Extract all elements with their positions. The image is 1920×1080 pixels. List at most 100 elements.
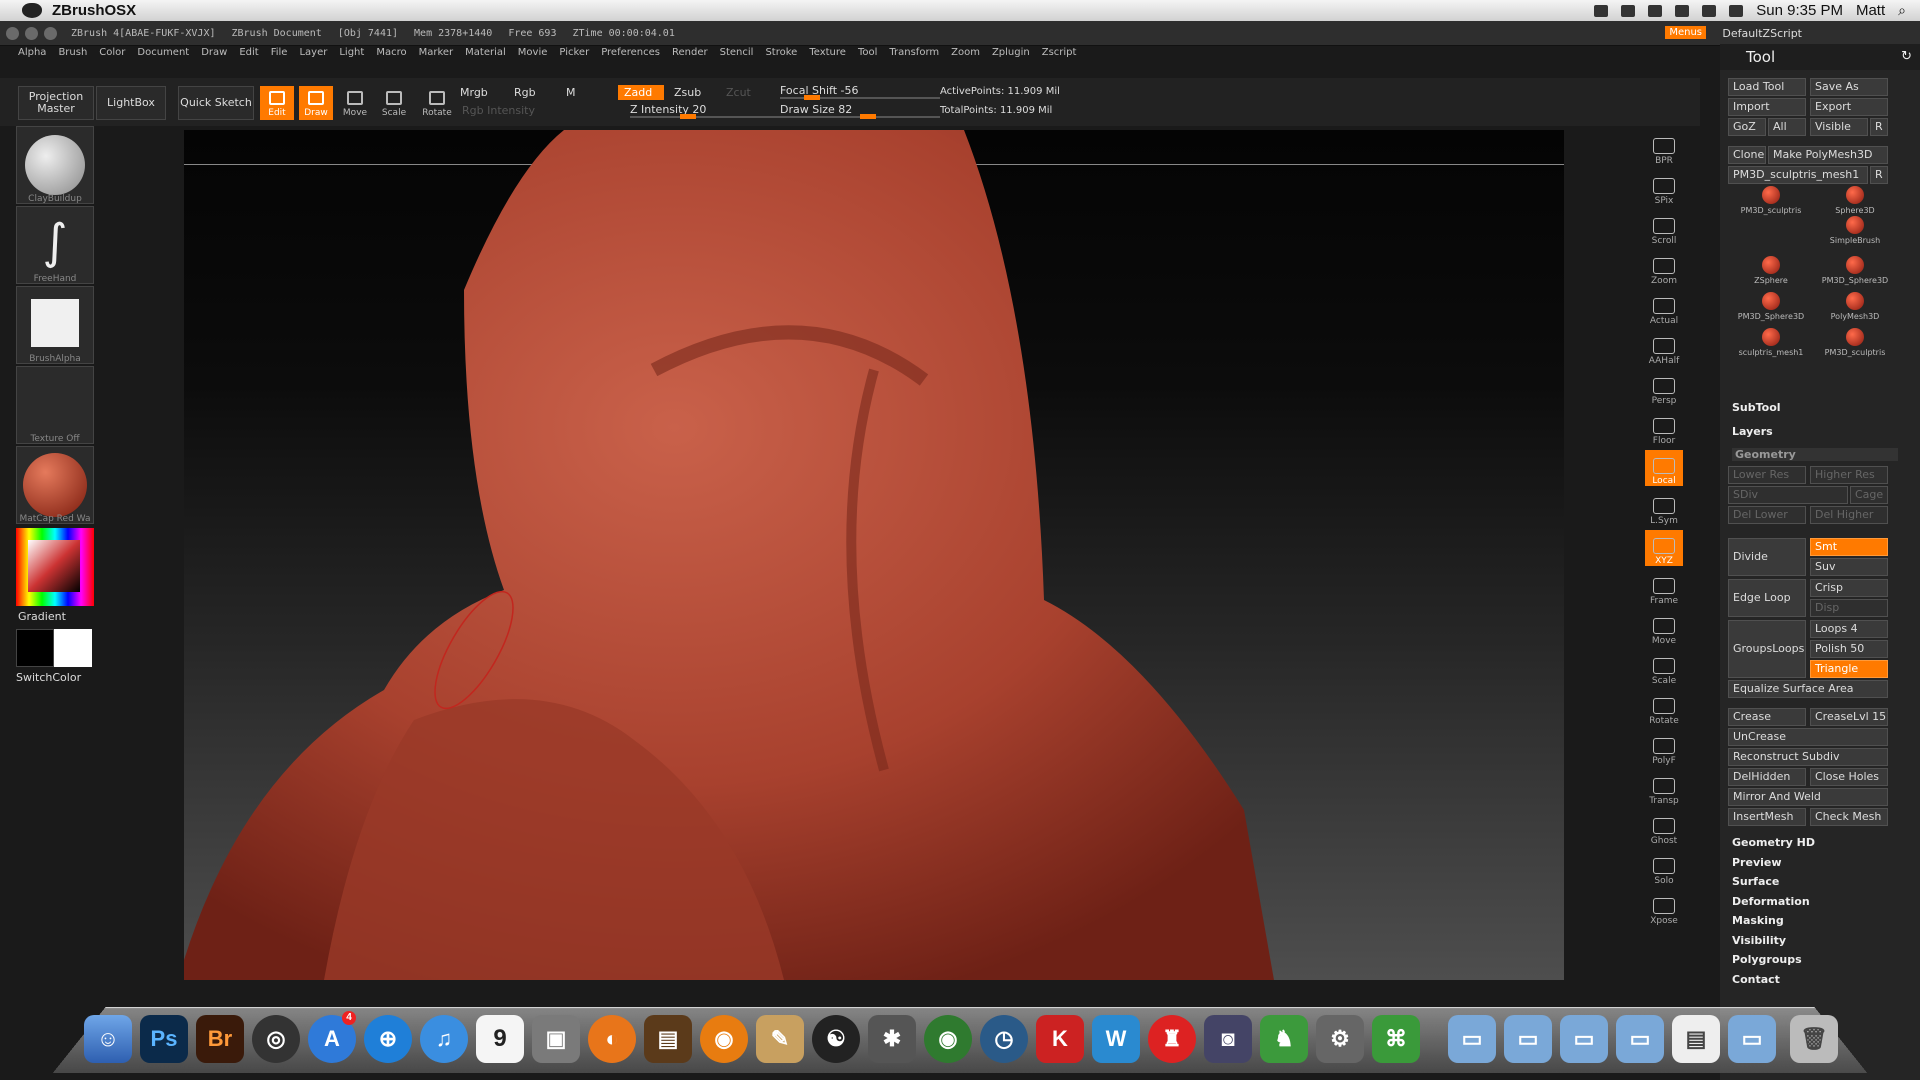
suv-toggle[interactable]: Suv	[1810, 558, 1888, 576]
firefox-icon[interactable]: ◐	[588, 1015, 636, 1063]
downloads-folder-icon[interactable]: ▭	[1560, 1015, 1608, 1063]
eye-app-icon[interactable]: ◉	[924, 1015, 972, 1063]
applications-folder-icon[interactable]: ▭	[1448, 1015, 1496, 1063]
app-name[interactable]: ZBrushOSX	[52, 2, 136, 19]
groups-loops-button[interactable]: GroupsLoops	[1728, 620, 1806, 678]
subpalette-polygroups[interactable]: Polygroups	[1732, 953, 1802, 966]
zsub-button[interactable]: Zsub	[674, 86, 701, 99]
edge-loop-button[interactable]: Edge Loop	[1728, 579, 1806, 617]
lower-res-button[interactable]: Lower Res	[1728, 466, 1806, 484]
menu-item[interactable]: File	[271, 47, 288, 62]
crease-level-slider[interactable]: CreaseLvl 15	[1810, 708, 1888, 726]
minimize-window-icon[interactable]	[25, 26, 38, 40]
subpalette-contact[interactable]: Contact	[1732, 973, 1780, 986]
primary-color-swatch[interactable]	[54, 629, 92, 667]
reconstruct-subdiv-button[interactable]: Reconstruct Subdiv	[1728, 748, 1888, 766]
mrgb-button[interactable]: Mrgb	[460, 86, 488, 99]
tool-thumbnail[interactable]: PM3D_sculptris	[1732, 184, 1810, 224]
menu-item[interactable]: Material	[465, 47, 506, 62]
word-app-icon[interactable]: W	[1092, 1015, 1140, 1063]
crisp-toggle[interactable]: Crisp	[1810, 579, 1888, 597]
menu-item[interactable]: Tool	[858, 47, 877, 62]
divide-button[interactable]: Divide	[1728, 538, 1806, 576]
menu-item[interactable]: Draw	[201, 47, 227, 62]
menu-item[interactable]: Transform	[889, 47, 939, 62]
stroke-picker[interactable]: ∫ FreeHand	[16, 206, 94, 284]
network-app-icon[interactable]: ⌘	[1372, 1015, 1420, 1063]
tool-thumbnail[interactable]: PM3D_Sphere3D	[1816, 254, 1894, 294]
folder-icon[interactable]: ▭	[1616, 1015, 1664, 1063]
clock[interactable]: Sun 9:35 PM	[1756, 2, 1843, 19]
menu-item[interactable]: Movie	[518, 47, 548, 62]
load-tool-button[interactable]: Load Tool	[1728, 78, 1806, 96]
documents-folder-icon[interactable]: ▭	[1504, 1015, 1552, 1063]
viewport-tool-aahalf[interactable]: AAHalf	[1645, 330, 1683, 366]
draw-size-slider[interactable]: Draw Size 82	[780, 103, 940, 119]
zadd-button[interactable]: Zadd	[618, 85, 664, 100]
subpalette-masking[interactable]: Masking	[1732, 914, 1784, 927]
r-button[interactable]: R	[1870, 118, 1888, 136]
camera-app-icon[interactable]: ◙	[1204, 1015, 1252, 1063]
tool-thumbnail[interactable]: ZSphere	[1732, 254, 1810, 294]
menu-item[interactable]: Marker	[419, 47, 454, 62]
all-button[interactable]: All	[1768, 118, 1806, 136]
viewport-tool-frame[interactable]: Frame	[1645, 570, 1683, 606]
rgb-button[interactable]: Rgb	[514, 86, 536, 99]
focal-shift-slider[interactable]: Focal Shift -56	[780, 84, 940, 100]
close-window-icon[interactable]	[6, 26, 19, 40]
zbrush-dock-icon[interactable]: ✱	[868, 1015, 916, 1063]
goz-button[interactable]: GoZ	[1728, 118, 1766, 136]
menu-item[interactable]: Texture	[809, 47, 846, 62]
pdf-document-icon[interactable]: ▤	[1672, 1015, 1720, 1063]
material-picker[interactable]: MatCap Red Wa	[16, 446, 94, 524]
switch-color-label[interactable]: SwitchColor	[16, 671, 96, 684]
del-lower-button[interactable]: Del Lower	[1728, 506, 1806, 524]
kapture-icon[interactable]: K	[1036, 1015, 1084, 1063]
viewport-tool-rotate[interactable]: Rotate	[1645, 690, 1683, 726]
runner-app-icon[interactable]: ♜	[1148, 1015, 1196, 1063]
viewport-tool-scale[interactable]: Scale	[1645, 650, 1683, 686]
viewport-tool-floor[interactable]: Floor	[1645, 410, 1683, 446]
itunes-icon[interactable]: ♫	[420, 1015, 468, 1063]
gradient-label[interactable]: Gradient	[18, 610, 96, 623]
disp-slider[interactable]: Disp	[1810, 599, 1888, 617]
menu-item[interactable]: Zscript	[1042, 47, 1077, 62]
subpalette-geometryhd[interactable]: Geometry HD	[1732, 836, 1815, 849]
menu-item[interactable]: Color	[99, 47, 125, 62]
volume-icon[interactable]	[1729, 4, 1744, 17]
wifi-icon[interactable]	[1702, 4, 1717, 17]
subpalette-deformation[interactable]: Deformation	[1732, 895, 1810, 908]
viewport-tool-local[interactable]: Local	[1645, 450, 1683, 486]
secondary-color-swatch[interactable]	[16, 629, 54, 667]
polish-slider[interactable]: Polish 50	[1810, 640, 1888, 658]
tool-thumbnail[interactable]: SimpleBrush	[1816, 214, 1894, 254]
zoom-window-icon[interactable]	[44, 26, 57, 40]
iphoto-icon[interactable]: ▣	[532, 1015, 580, 1063]
viewport-tool-actual[interactable]: Actual	[1645, 290, 1683, 326]
tool-thumbnail[interactable]: sculptris_mesh1	[1732, 326, 1810, 366]
make-polymesh-button[interactable]: Make PolyMesh3D	[1768, 146, 1888, 164]
check-mesh-button[interactable]: Check Mesh	[1810, 808, 1888, 826]
insertmesh-button[interactable]: InsertMesh	[1728, 808, 1806, 826]
finder-icon[interactable]: ☺	[84, 1015, 132, 1063]
safari-icon[interactable]: ⊕	[364, 1015, 412, 1063]
stack-folder-icon[interactable]: ▭	[1728, 1015, 1776, 1063]
status-icon[interactable]	[1594, 4, 1609, 17]
scale-mode-button[interactable]: Scale	[377, 86, 411, 120]
menu-item[interactable]: Alpha	[18, 47, 46, 62]
delhidden-button[interactable]: DelHidden	[1728, 768, 1806, 786]
z-intensity-slider[interactable]: Z Intensity 20	[630, 103, 790, 119]
apple-menu-icon[interactable]	[22, 3, 42, 18]
menu-item[interactable]: Stencil	[720, 47, 754, 62]
sdiv-slider[interactable]: SDiv	[1728, 486, 1848, 504]
tool-thumbnail[interactable]: PM3D_sculptris	[1816, 326, 1894, 366]
viewport-tool-persp[interactable]: Persp	[1645, 370, 1683, 406]
slider-knob[interactable]	[860, 114, 876, 119]
slider-knob[interactable]	[680, 114, 696, 119]
sculptris-icon[interactable]: ☯	[812, 1015, 860, 1063]
image-capture-icon[interactable]: ▤	[644, 1015, 692, 1063]
menu-item[interactable]: Macro	[376, 47, 406, 62]
viewport-tool-scroll[interactable]: Scroll	[1645, 210, 1683, 246]
time-machine-icon[interactable]: ◷	[980, 1015, 1028, 1063]
projection-master-button[interactable]: Projection Master	[18, 86, 94, 120]
